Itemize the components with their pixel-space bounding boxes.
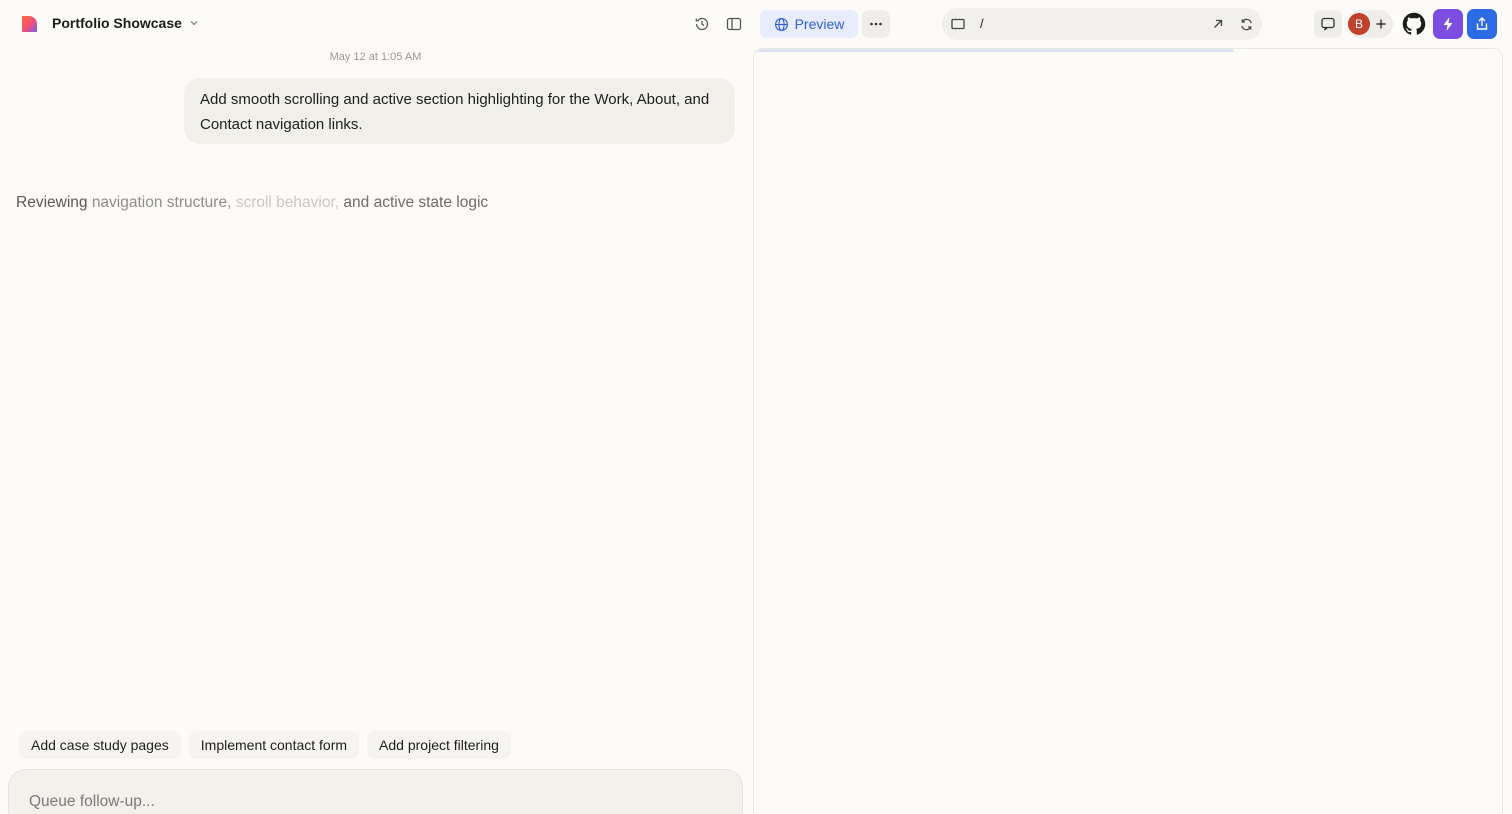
preview-panel[interactable]: [753, 48, 1503, 814]
project-title: Portfolio Showcase: [52, 15, 182, 31]
arrow-up-right-icon: [1214, 19, 1223, 28]
reload-button[interactable]: [1238, 16, 1254, 32]
status-text-part: and active state logic: [343, 194, 489, 211]
upgrade-button[interactable]: [1433, 9, 1463, 39]
suggestion-chips: Add case study pages Implement contact f…: [19, 731, 511, 759]
refresh-icon: [1240, 18, 1252, 30]
url-bar[interactable]: /: [942, 8, 1262, 40]
history-icon: [695, 17, 709, 31]
invite-button[interactable]: [1371, 14, 1391, 34]
avatar[interactable]: B: [1348, 13, 1370, 35]
device-toggle-button[interactable]: [950, 16, 966, 32]
publish-button[interactable]: [1467, 9, 1497, 39]
chat-toggle-button[interactable]: [1314, 10, 1342, 38]
follow-up-input[interactable]: [29, 792, 709, 812]
project-menu[interactable]: Portfolio Showcase: [52, 15, 200, 31]
composer: [8, 769, 743, 814]
top-bar: Portfolio Showcase Preview / B: [0, 0, 1512, 48]
message-timestamp: May 12 at 1:05 AM: [329, 51, 422, 63]
history-button[interactable]: [690, 12, 714, 36]
loading-bar: [754, 49, 1502, 52]
more-horizontal-icon: [870, 22, 882, 26]
collaborators: B: [1347, 10, 1393, 38]
chevron-down-icon: [188, 17, 200, 29]
app-logo[interactable]: [20, 14, 40, 34]
url-path[interactable]: /: [980, 16, 984, 31]
sidebar-toggle-icon: [726, 17, 742, 31]
github-icon[interactable]: [1402, 12, 1426, 36]
open-in-new-tab-button[interactable]: [1210, 16, 1226, 32]
loading-bar-fill: [754, 49, 1234, 52]
share-upload-icon: [1476, 17, 1488, 30]
more-button[interactable]: [862, 10, 890, 38]
user-message: Add smooth scrolling and active section …: [184, 78, 735, 144]
suggestion-chip[interactable]: Add case study pages: [19, 731, 181, 759]
preview-tab[interactable]: Preview: [760, 10, 858, 38]
suggestion-chip[interactable]: Add project filtering: [367, 731, 511, 759]
chat-bubble-icon: [1321, 17, 1335, 31]
status-text-part: scroll behavior,: [235, 194, 344, 211]
status-text-part: Reviewing: [16, 194, 92, 211]
preview-label: Preview: [794, 16, 845, 32]
suggestion-chip[interactable]: Implement contact form: [188, 731, 360, 759]
sidebar-toggle-button[interactable]: [722, 12, 746, 36]
plus-icon: [1376, 19, 1386, 29]
agent-status: Reviewing navigation structure, scroll b…: [16, 194, 488, 212]
lightning-icon: [1443, 17, 1453, 31]
status-text-part: navigation structure,: [91, 194, 236, 211]
laptop-icon: [951, 18, 965, 30]
globe-icon: [774, 17, 788, 31]
